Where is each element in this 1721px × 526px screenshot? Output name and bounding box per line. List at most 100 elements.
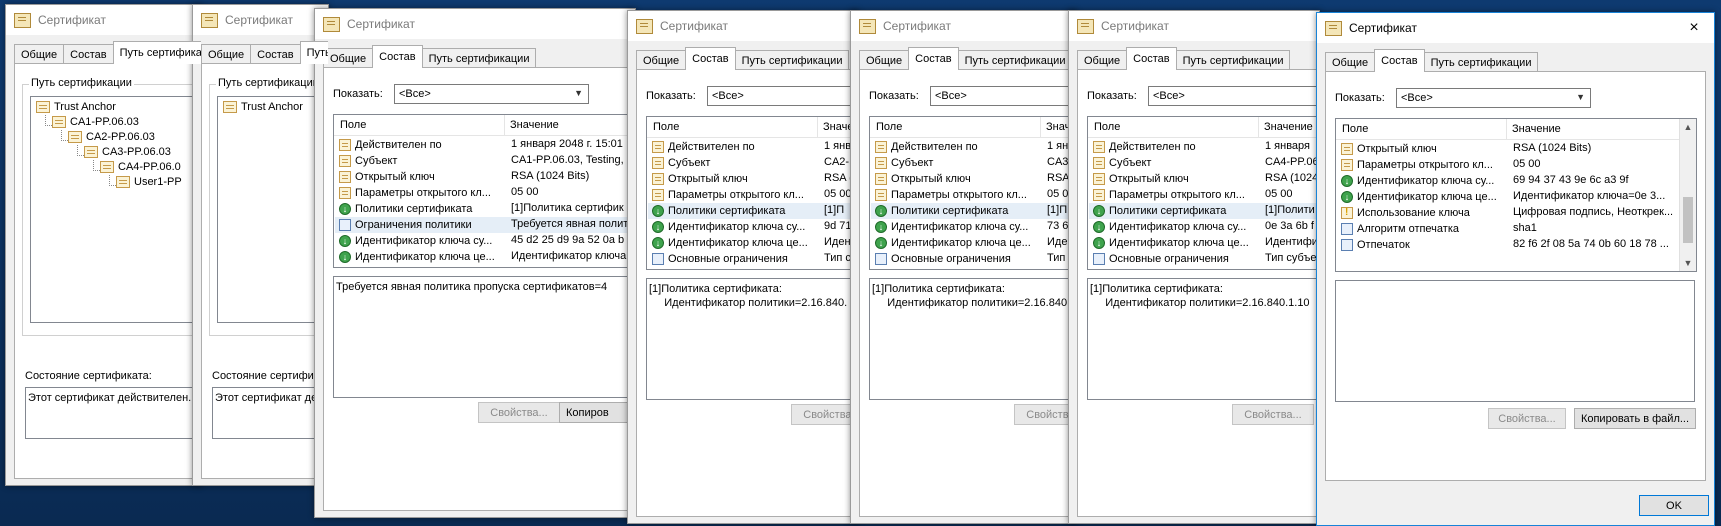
title-bar[interactable]: Сертификат bbox=[315, 9, 635, 39]
list-item[interactable]: Открытый ключ RSA ( bbox=[648, 171, 858, 187]
tree-node-ca2[interactable]: CA2-PP.06.03 bbox=[68, 129, 155, 145]
tree-node-ca4[interactable]: CA4-PP.06.0 bbox=[100, 159, 181, 175]
list-item[interactable]: Идентификатор ключа су...9d 71 bbox=[648, 219, 858, 235]
tab-path[interactable]: Путь сертификации bbox=[299, 41, 328, 64]
title-bar[interactable]: Сертификат bbox=[6, 5, 201, 35]
tab-general[interactable]: Общие bbox=[1325, 52, 1376, 72]
scroll-up-icon[interactable]: ▲ bbox=[1680, 119, 1696, 135]
show-dropdown[interactable]: <Все> ▼ bbox=[1148, 86, 1319, 106]
value-textbox[interactable]: [1]Политика сертификата: Идентификатор п… bbox=[1087, 278, 1319, 400]
certificate-window-active[interactable]: Сертификат × Общие Состав Путь сертифика… bbox=[1316, 12, 1715, 526]
column-field[interactable]: Поле bbox=[1094, 121, 1120, 133]
certification-path-tree[interactable]: Trust Anchor CA1-PP.06.03 CA2-PP.06.03 C… bbox=[30, 96, 201, 323]
list-item[interactable]: Параметры открытого кл... 05 00 bbox=[335, 185, 635, 201]
certificate-window-3[interactable]: Сертификат Общие Состав Путь сертификаци… bbox=[314, 8, 636, 518]
tab-details[interactable]: Состав bbox=[908, 47, 959, 70]
list-item[interactable]: Открытый ключ RSA (1024 bbox=[1089, 171, 1319, 187]
certificate-window-1[interactable]: Сертификат Общие Состав Путь сертификаци… bbox=[5, 4, 202, 486]
list-item[interactable]: Отпечаток 82 f6 2f 08 5a 74 0b 60 18 78 .… bbox=[1337, 237, 1679, 253]
tab-general[interactable]: Общие bbox=[859, 50, 910, 70]
tab-details[interactable]: Состав bbox=[63, 44, 114, 64]
copy-to-file-button[interactable]: Копировать в файл... bbox=[1574, 408, 1696, 429]
properties-button[interactable]: Свойства... bbox=[791, 404, 858, 425]
column-field[interactable]: Поле bbox=[653, 121, 679, 133]
column-value[interactable]: Значение bbox=[1512, 123, 1561, 135]
list-item[interactable]: Открытый ключ RSA bbox=[871, 171, 1076, 187]
list-item[interactable]: Алгоритм отпечатка sha1 bbox=[1337, 221, 1679, 237]
list-item[interactable]: Идентификатор ключа це...Идентификатор к… bbox=[335, 249, 635, 265]
status-textbox[interactable]: Этот сертификат действителен. bbox=[25, 387, 201, 439]
list-item[interactable]: Открытый ключ RSA (1024 Bits) bbox=[335, 169, 635, 185]
fields-list[interactable]: Поле Значение Действителен по1 ян Субъек… bbox=[869, 116, 1076, 270]
column-field[interactable]: Поле bbox=[1342, 123, 1368, 135]
certificate-window-2[interactable]: Сертификат Общие Состав Путь сертификаци… bbox=[192, 4, 329, 486]
scroll-down-icon[interactable]: ▼ bbox=[1680, 255, 1696, 271]
list-item[interactable]: Политики сертификата[1]Политика сертифик bbox=[335, 201, 635, 217]
title-bar[interactable]: Сертификат bbox=[1069, 11, 1319, 41]
tree-node-user1[interactable]: User1-PP bbox=[116, 174, 182, 190]
certificate-window-5[interactable]: Сертификат Общие Состав Путь сертификаци… bbox=[850, 10, 1077, 524]
tab-details[interactable]: Состав bbox=[1126, 47, 1177, 70]
tab-details[interactable]: Состав bbox=[1374, 49, 1425, 72]
list-item[interactable]: Действителен по 1 ян bbox=[871, 139, 1076, 155]
show-dropdown[interactable]: <Все> ▼ bbox=[930, 86, 1076, 106]
value-textbox[interactable] bbox=[1335, 280, 1695, 402]
list-item[interactable]: Параметры открытого кл... 05 00 bbox=[1089, 187, 1319, 203]
tab-general[interactable]: Общие bbox=[201, 44, 252, 64]
tab-details[interactable]: Состав bbox=[250, 44, 301, 64]
show-dropdown[interactable]: <Все> ▼ bbox=[394, 84, 589, 104]
list-item[interactable]: Идентификатор ключа це...Идентифи bbox=[1089, 235, 1319, 251]
properties-button[interactable]: Свойства... bbox=[1488, 408, 1566, 429]
list-item[interactable]: Субъект CA1-PP.06.03, Testing, bbox=[335, 153, 635, 169]
list-item[interactable]: Параметры открытого кл... 05 00 bbox=[648, 187, 858, 203]
title-bar[interactable]: Сертификат bbox=[628, 11, 858, 41]
properties-button[interactable]: Свойства... bbox=[478, 402, 560, 423]
tree-node-trust-anchor[interactable]: Trust Anchor bbox=[36, 99, 116, 115]
tab-general[interactable]: Общие bbox=[636, 50, 687, 70]
certificate-window-6[interactable]: Сертификат Общие Состав Путь сертификаци… bbox=[1068, 10, 1320, 524]
list-scrollbar[interactable]: ▲ ▼ bbox=[1679, 119, 1696, 271]
tab-path[interactable]: Путь сертификации bbox=[421, 48, 537, 68]
list-item[interactable]: Параметры открытого кл... 05 0 bbox=[871, 187, 1076, 203]
certification-path-tree[interactable]: Trust Anchor bbox=[217, 96, 328, 323]
ok-button[interactable]: OK bbox=[1639, 495, 1709, 516]
tree-node-ca1[interactable]: CA1-PP.06.03 bbox=[52, 114, 139, 130]
tab-general[interactable]: Общие bbox=[323, 48, 374, 68]
fields-list[interactable]: Поле Значение Открытый ключ RSA (1024 Bit… bbox=[1335, 118, 1697, 272]
properties-button[interactable]: Свойства... bbox=[1232, 404, 1314, 425]
tab-path[interactable]: Путь сертификации bbox=[1423, 52, 1539, 72]
tab-path[interactable]: Путь сертификации bbox=[734, 50, 850, 70]
list-item[interactable]: Действителен по 1 января bbox=[1089, 139, 1319, 155]
list-item[interactable]: Основные ограничения Тип субъе bbox=[1089, 251, 1319, 267]
list-item[interactable]: Идентификатор ключа су...0e 3a 6b f bbox=[1089, 219, 1319, 235]
list-item-selected[interactable]: Политики сертификата[1]П bbox=[648, 203, 858, 219]
close-icon[interactable]: × bbox=[1674, 13, 1714, 43]
column-field[interactable]: Поле bbox=[876, 121, 902, 133]
fields-list[interactable]: Поле Значение Действителен по 1 января 20… bbox=[333, 114, 635, 268]
column-field[interactable]: Поле bbox=[340, 119, 366, 131]
list-item[interactable]: Идентификатор ключа це...Иден bbox=[871, 235, 1076, 251]
tree-node-ca3[interactable]: CA3-PP.06.03 bbox=[84, 144, 171, 160]
tab-details[interactable]: Состав bbox=[685, 47, 736, 70]
tab-general[interactable]: Общие bbox=[1077, 50, 1128, 70]
column-value[interactable]: Значение bbox=[1264, 121, 1313, 133]
fields-list[interactable]: Поле Значение Действителен по 1 января Су… bbox=[1087, 116, 1319, 270]
list-item[interactable]: Субъект CA3 bbox=[871, 155, 1076, 171]
value-textbox[interactable]: [1]Политика сертификата: Идентификатор п… bbox=[869, 278, 1076, 400]
list-item[interactable]: Идентификатор ключа су...73 6 bbox=[871, 219, 1076, 235]
list-item[interactable]: Использование ключаЦифровая подпись, Нео… bbox=[1337, 205, 1679, 221]
status-textbox[interactable]: Этот сертификат действителен. bbox=[212, 387, 328, 439]
value-textbox[interactable]: Требуется явная политика пропуска сертиф… bbox=[333, 276, 635, 398]
tree-node-trust-anchor[interactable]: Trust Anchor bbox=[223, 99, 303, 115]
tab-path[interactable]: Путь сертификации bbox=[112, 41, 201, 64]
fields-list[interactable]: Поле Значение Действителен по1 янв Субъе… bbox=[646, 116, 858, 270]
tab-path[interactable]: Путь сертификации bbox=[957, 50, 1073, 70]
list-item-selected[interactable]: Политики сертификата[1]П bbox=[871, 203, 1076, 219]
tab-details[interactable]: Состав bbox=[372, 45, 423, 68]
show-dropdown[interactable]: <Все> ▼ bbox=[707, 86, 858, 106]
list-item[interactable]: Действителен по 1 января 2048 г. 15:01 bbox=[335, 137, 635, 153]
title-bar[interactable]: Сертификат bbox=[193, 5, 328, 35]
list-item[interactable]: Субъект CA4-PP.06 bbox=[1089, 155, 1319, 171]
scroll-thumb[interactable] bbox=[1683, 197, 1693, 243]
value-textbox[interactable]: [1]Политика сертификата: Идентификатор п… bbox=[646, 278, 858, 400]
